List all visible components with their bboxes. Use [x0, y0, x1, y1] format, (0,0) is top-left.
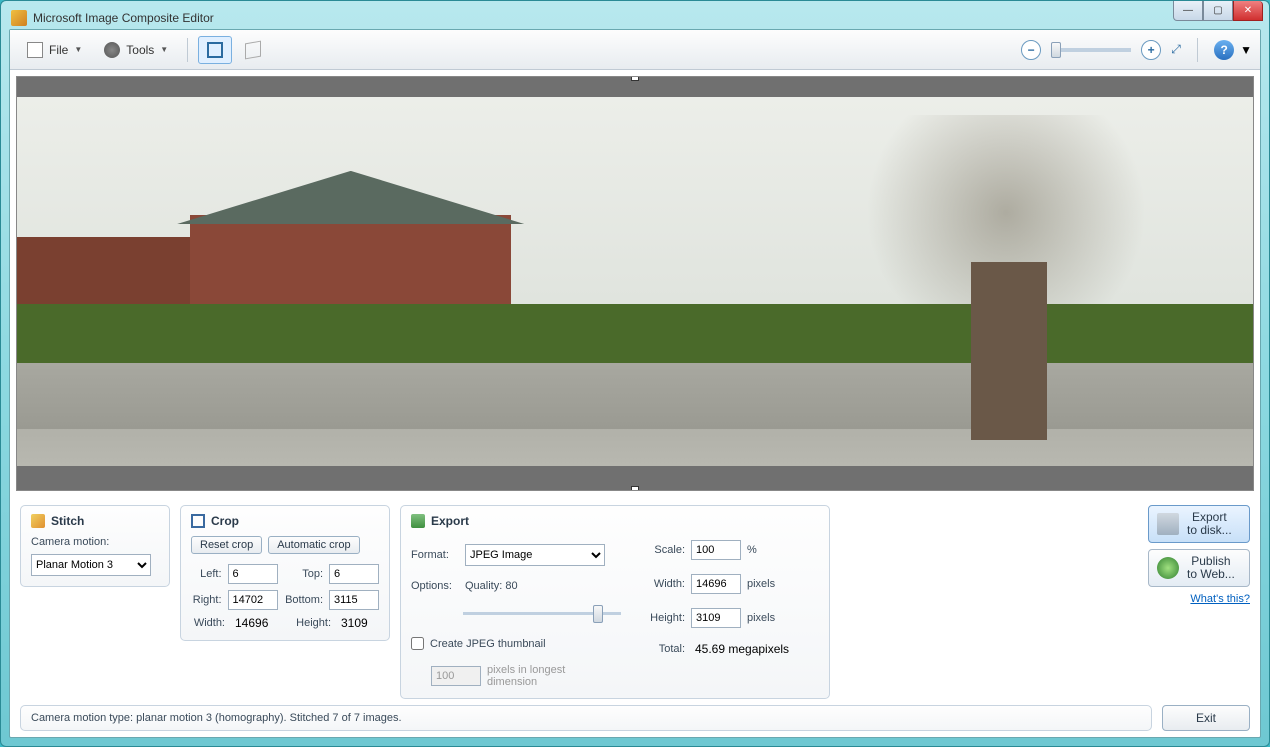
close-button[interactable]: ✕	[1233, 1, 1263, 21]
export-title: Export	[431, 514, 469, 528]
stitch-panel: Stitch Camera motion: Planar Motion 3	[20, 505, 170, 587]
crop-panel: Crop Reset crop Automatic crop Left: Top…	[180, 505, 390, 641]
chevron-down-icon: ▼	[1240, 43, 1252, 57]
fit-view-button[interactable]: ⤢	[1165, 40, 1187, 60]
file-label: File	[49, 43, 68, 57]
status-bar: Camera motion type: planar motion 3 (hom…	[20, 705, 1152, 731]
cube-icon	[245, 40, 261, 59]
image-viewport[interactable]	[16, 76, 1254, 491]
quality-thumb[interactable]	[593, 605, 603, 623]
thumbnail-size-input	[431, 666, 481, 686]
thumbnail-unit-label: pixels in longest dimension	[487, 664, 597, 688]
crop-height-label: Height:	[287, 617, 331, 629]
stitch-icon	[31, 514, 45, 528]
crop-height-value: 3109	[337, 616, 368, 630]
crop-top-label: Top:	[284, 568, 323, 580]
export-height-input[interactable]	[691, 608, 741, 628]
total-label: Total:	[641, 643, 685, 655]
crop-bottom-input[interactable]	[329, 590, 379, 610]
window-title: Microsoft Image Composite Editor	[33, 11, 214, 25]
disk-icon	[1157, 513, 1179, 535]
export-to-disk-button[interactable]: Exportto disk...	[1148, 505, 1250, 543]
panorama-image	[17, 97, 1253, 466]
crop-tool-button[interactable]	[198, 36, 232, 64]
stitch-title: Stitch	[51, 514, 84, 528]
separator	[187, 38, 188, 62]
chevron-down-icon: ▼	[160, 45, 168, 54]
crop-icon	[207, 42, 223, 58]
crop-right-input[interactable]	[228, 590, 278, 610]
canvas-area	[10, 70, 1260, 497]
create-thumbnail-checkbox[interactable]	[411, 637, 424, 650]
crop-left-input[interactable]	[228, 564, 278, 584]
thumbnail-label: Create JPEG thumbnail	[430, 638, 546, 650]
scale-label: Scale:	[641, 544, 685, 556]
quality-label: Quality: 80	[465, 580, 518, 592]
maximize-button[interactable]: ▢	[1203, 1, 1233, 21]
minimize-button[interactable]: —	[1173, 1, 1203, 21]
zoom-slider[interactable]	[1051, 48, 1131, 52]
camera-motion-label: Camera motion:	[31, 536, 109, 548]
export-width-label: Width:	[641, 578, 685, 590]
file-menu[interactable]: File ▼	[18, 36, 91, 64]
height-unit: pixels	[747, 612, 775, 624]
separator	[1197, 38, 1198, 62]
gear-icon	[104, 42, 120, 58]
options-label: Options:	[411, 580, 459, 592]
scale-input[interactable]	[691, 540, 741, 560]
whats-this-link[interactable]: What's this?	[1190, 593, 1250, 605]
globe-icon	[1157, 557, 1179, 579]
chevron-down-icon: ▼	[74, 45, 82, 54]
total-value: 45.69 megapixels	[691, 642, 789, 656]
help-button[interactable]: ?	[1214, 40, 1234, 60]
crop-handle-top[interactable]	[631, 76, 639, 81]
3d-tool-button[interactable]	[236, 36, 270, 64]
export-height-label: Height:	[641, 612, 685, 624]
crop-left-label: Left:	[191, 568, 222, 580]
crop-width-value: 14696	[231, 616, 281, 630]
width-unit: pixels	[747, 578, 775, 590]
publish-to-web-button[interactable]: Publishto Web...	[1148, 549, 1250, 587]
format-select[interactable]: JPEG Image	[465, 544, 605, 566]
reset-crop-button[interactable]: Reset crop	[191, 536, 262, 554]
crop-handle-bottom[interactable]	[631, 486, 639, 491]
tools-label: Tools	[126, 43, 154, 57]
export-panel: Export Format: JPEG Image Options: Quali…	[400, 505, 830, 699]
zoom-out-button[interactable]: −	[1021, 40, 1041, 60]
crop-bottom-label: Bottom:	[284, 594, 323, 606]
export-icon	[411, 514, 425, 528]
crop-icon	[191, 514, 205, 528]
zoom-thumb[interactable]	[1051, 42, 1061, 58]
toolbar: File ▼ Tools ▼ − + ⤢ ? ▼	[10, 30, 1260, 70]
format-label: Format:	[411, 549, 459, 561]
crop-title: Crop	[211, 514, 239, 528]
app-icon	[11, 10, 27, 26]
file-icon	[27, 42, 43, 58]
crop-top-input[interactable]	[329, 564, 379, 584]
tools-menu[interactable]: Tools ▼	[95, 36, 177, 64]
camera-motion-select[interactable]: Planar Motion 3	[31, 554, 151, 576]
crop-right-label: Right:	[191, 594, 222, 606]
crop-width-label: Width:	[191, 617, 225, 629]
automatic-crop-button[interactable]: Automatic crop	[268, 536, 359, 554]
quality-slider[interactable]	[463, 612, 621, 615]
scale-unit: %	[747, 544, 757, 556]
exit-button[interactable]: Exit	[1162, 705, 1250, 731]
zoom-in-button[interactable]: +	[1141, 40, 1161, 60]
export-width-input[interactable]	[691, 574, 741, 594]
